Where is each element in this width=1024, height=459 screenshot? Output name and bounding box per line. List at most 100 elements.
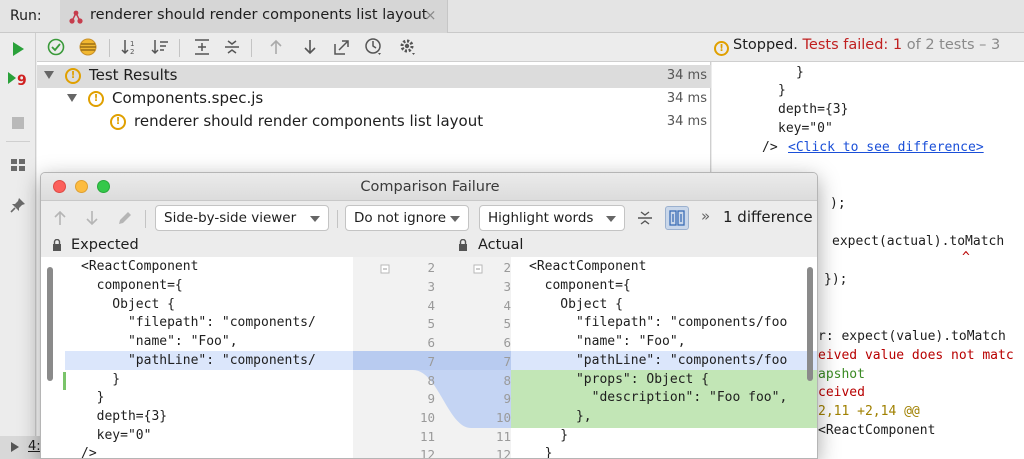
expand-all-icon xyxy=(195,39,209,55)
status-stopped: Stopped. xyxy=(733,37,798,53)
test-status: ! Stopped. Tests failed: 1 of 2 tests – 3 xyxy=(714,37,1000,56)
line-number: 2 xyxy=(503,260,511,275)
sync-scroll-toggle[interactable] xyxy=(665,206,689,230)
line-number: 7 xyxy=(427,354,435,369)
tree-label: Test Results xyxy=(89,66,178,84)
tree-row-spec-file[interactable]: ! Components.spec.js 34 ms xyxy=(37,88,711,111)
chevron-down-icon xyxy=(606,216,616,222)
console-line: }); xyxy=(824,272,848,287)
warning-icon: ! xyxy=(714,41,729,56)
tree-duration: 34 ms xyxy=(666,68,707,83)
play-icon xyxy=(13,42,24,56)
line-number: 9 xyxy=(427,391,435,406)
close-window-button[interactable] xyxy=(53,180,66,193)
code-line: "pathLine": "components/ xyxy=(81,353,316,368)
diff-toolbar: Side-by-side viewer Do not ignore Highli… xyxy=(41,202,817,235)
line-number: 9 xyxy=(503,391,511,406)
difference-count: 1 difference xyxy=(723,208,813,226)
code-line: "filepath": "components/foo xyxy=(529,315,788,330)
collapse-unchanged-icon[interactable] xyxy=(637,210,653,226)
jest-icon xyxy=(69,10,83,24)
viewer-select[interactable]: Side-by-side viewer xyxy=(155,205,329,231)
show-ignored-button[interactable] xyxy=(77,36,99,58)
fold-marker-icon[interactable] xyxy=(380,264,390,274)
code-line: key="0" xyxy=(81,428,152,443)
maximize-window-button[interactable] xyxy=(97,180,110,193)
diff-headers: Expected Actual xyxy=(41,235,817,257)
clock-icon xyxy=(365,38,381,55)
line-number: 3 xyxy=(503,279,511,294)
arrow-down-icon[interactable] xyxy=(85,210,99,226)
pin-button[interactable] xyxy=(6,193,30,217)
dialog-title-bar[interactable]: Comparison Failure xyxy=(41,173,817,201)
diff-gutter: 2 3 4 5 6 7 8 9 10 11 12 2 3 4 5 6 7 8 9… xyxy=(353,257,511,459)
stop-icon xyxy=(12,117,24,129)
right-scrollbar-thumb[interactable] xyxy=(807,267,813,381)
code-line: "name": "Foo", xyxy=(81,334,238,349)
console-line: <ReactComponent xyxy=(818,423,936,438)
tree-row-test[interactable]: ! renderer should render components list… xyxy=(37,111,711,134)
rerun-failed-button[interactable]: 9 xyxy=(6,67,30,91)
edit-icon[interactable] xyxy=(117,210,133,226)
chevron-down-icon[interactable] xyxy=(44,71,54,79)
lock-icon xyxy=(53,239,61,251)
code-line: } xyxy=(81,372,121,387)
warning-icon: ! xyxy=(65,68,81,84)
ignore-select[interactable]: Do not ignore xyxy=(345,205,469,231)
line-number: 12 xyxy=(495,447,511,459)
code-line: "props": Object { xyxy=(529,372,710,387)
code-line: Object { xyxy=(81,297,175,312)
rerun-button[interactable] xyxy=(6,37,30,61)
sort-duration-button[interactable] xyxy=(149,36,171,58)
status-total: of 2 tests – 3 xyxy=(906,37,1001,53)
stop-button[interactable] xyxy=(6,111,30,135)
chevron-down-icon xyxy=(450,216,460,222)
tree-duration: 34 ms xyxy=(666,114,707,129)
settings-button[interactable] xyxy=(397,36,419,58)
chevron-down-icon[interactable] xyxy=(67,94,77,102)
rerun-failed-icon: 9 xyxy=(8,72,27,88)
status-failed-count: 1 xyxy=(892,37,903,53)
run-tab-title: renderer should render components list l… xyxy=(90,7,428,23)
minimize-window-button[interactable] xyxy=(75,180,88,193)
toolbar-separator xyxy=(145,210,146,228)
close-tab-icon[interactable]: × xyxy=(424,6,437,24)
export-icon xyxy=(334,40,349,55)
tree-row-test-results[interactable]: ! Test Results 34 ms xyxy=(37,65,711,88)
run-tab[interactable]: renderer should render components list l… xyxy=(60,0,448,33)
svg-text:2: 2 xyxy=(130,48,134,56)
run-tool-icon[interactable] xyxy=(10,441,20,453)
sort-duration-icon xyxy=(151,40,168,55)
previous-failed-button[interactable] xyxy=(265,36,287,58)
arrow-up-icon[interactable] xyxy=(53,210,67,226)
collapse-all-button[interactable] xyxy=(221,36,243,58)
click-to-see-difference-link[interactable]: <Click to see difference> xyxy=(788,140,984,155)
highlight-select[interactable]: Highlight words xyxy=(479,205,625,231)
actual-editor[interactable]: <ReactComponent component={ Object { "fi… xyxy=(511,257,817,458)
toolbar-separator xyxy=(179,39,180,57)
tool-window-number[interactable]: 4: xyxy=(28,439,41,454)
expand-all-button[interactable] xyxy=(191,36,213,58)
test-toolbar: 1 2 ! Stopped. Tests failed: 1 of 2 test… xyxy=(37,33,1024,62)
next-failed-button[interactable] xyxy=(299,36,321,58)
left-scrollbar-thumb[interactable] xyxy=(47,267,53,381)
layout-button[interactable] xyxy=(6,153,30,177)
show-passed-button[interactable] xyxy=(45,36,67,58)
console-line: r: expect(value).toMatch xyxy=(818,329,1006,344)
code-line: /> xyxy=(81,446,97,459)
highlight-select-value: Highlight words xyxy=(488,210,594,226)
expected-editor[interactable]: <ReactComponent component={ Object { "fi… xyxy=(41,257,353,459)
sort-alpha-button[interactable]: 1 2 xyxy=(119,36,141,58)
export-button[interactable] xyxy=(331,36,353,58)
arrow-down-icon xyxy=(304,40,316,55)
console-line: key="0" xyxy=(778,121,833,136)
console-line: } xyxy=(778,83,786,98)
more-chevrons-icon[interactable]: » xyxy=(701,207,710,225)
dialog-title: Comparison Failure xyxy=(360,179,500,195)
console-line: 2,11 +2,14 @@ xyxy=(818,404,920,419)
console-line: apshot xyxy=(818,367,865,382)
history-button[interactable] xyxy=(363,36,385,58)
toolbar-separator xyxy=(109,39,110,57)
console-line: ceived xyxy=(818,385,865,400)
console-line: } xyxy=(796,65,804,80)
